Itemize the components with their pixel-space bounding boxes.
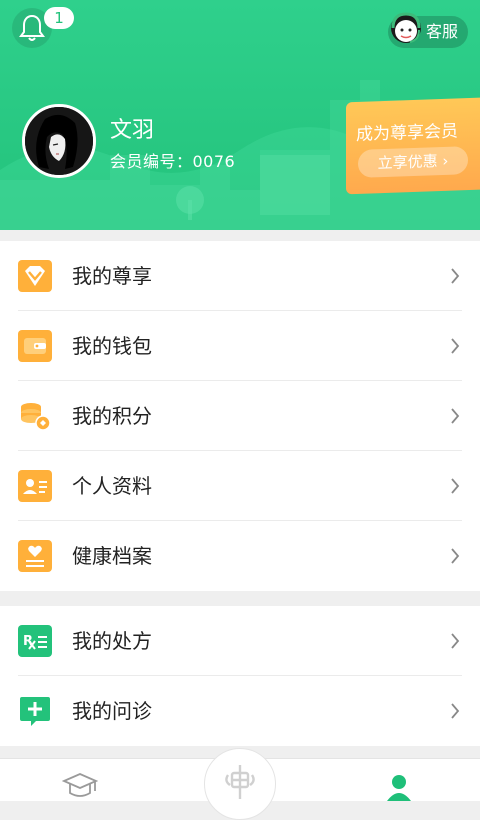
prescription-icon: R [18, 625, 52, 657]
vip-offer-button[interactable]: 立享优惠 › [358, 146, 468, 178]
menu-item-my-prescription[interactable]: R 我的处方 [0, 606, 480, 676]
chevron-right-icon [451, 338, 460, 354]
menu-item-personal-info[interactable]: 个人资料 [0, 451, 480, 521]
customer-service-label: 客服 [426, 22, 459, 41]
profile-card-icon [18, 470, 52, 502]
vip-title: 成为尊享会员 [356, 121, 458, 145]
consultation-icon [20, 697, 50, 726]
menu-section-account: 我的尊享 我的钱包 我的积分 个人资料 健康档案 [0, 241, 480, 591]
customer-service-agent-icon [391, 12, 421, 43]
chevron-right-icon [451, 703, 460, 719]
menu-item-my-vip[interactable]: 我的尊享 [0, 241, 480, 311]
user-name: 文羽 [110, 118, 155, 143]
menu-item-label: 我的钱包 [72, 334, 152, 358]
vip-offer-label: 立享优惠 [377, 152, 438, 173]
graduation-cap-icon[interactable] [62, 771, 98, 801]
chevron-right-icon [451, 268, 460, 284]
points-icon [21, 403, 51, 431]
menu-item-label: 我的积分 [72, 404, 152, 428]
menu-item-health-record[interactable]: 健康档案 [0, 521, 480, 591]
user-icon[interactable] [384, 773, 414, 801]
avatar-image [25, 107, 93, 175]
health-record-icon [18, 540, 52, 572]
center-tab-button[interactable] [204, 748, 276, 820]
menu-item-label: 健康档案 [72, 544, 152, 568]
menu-item-label: 我的处方 [72, 629, 152, 653]
customer-service-button[interactable]: 客服 [388, 12, 468, 48]
menu-item-my-wallet[interactable]: 我的钱包 [0, 311, 480, 381]
wallet-icon [18, 330, 52, 362]
avatar[interactable] [22, 104, 96, 178]
menu-item-label: 我的尊享 [72, 264, 152, 288]
bell-icon [19, 14, 45, 41]
notification-count-badge: 1 [44, 7, 74, 29]
chevron-right-icon [451, 548, 460, 564]
chevron-right-icon: › [442, 151, 449, 170]
menu-section-medical: R 我的处方 我的问诊 [0, 606, 480, 746]
center-logo-icon [225, 765, 255, 799]
chevron-right-icon [451, 478, 460, 494]
chevron-right-icon [451, 633, 460, 649]
member-number: 会员编号：0076 [110, 152, 236, 171]
diamond-icon [18, 260, 52, 292]
vip-membership-card[interactable]: 成为尊享会员 立享优惠 › [346, 97, 480, 195]
menu-item-my-consultation[interactable]: 我的问诊 [0, 676, 480, 746]
menu-item-my-points[interactable]: 我的积分 [0, 381, 480, 451]
chevron-right-icon [451, 408, 460, 424]
menu-item-label: 个人资料 [72, 474, 152, 498]
menu-item-label: 我的问诊 [72, 699, 152, 723]
